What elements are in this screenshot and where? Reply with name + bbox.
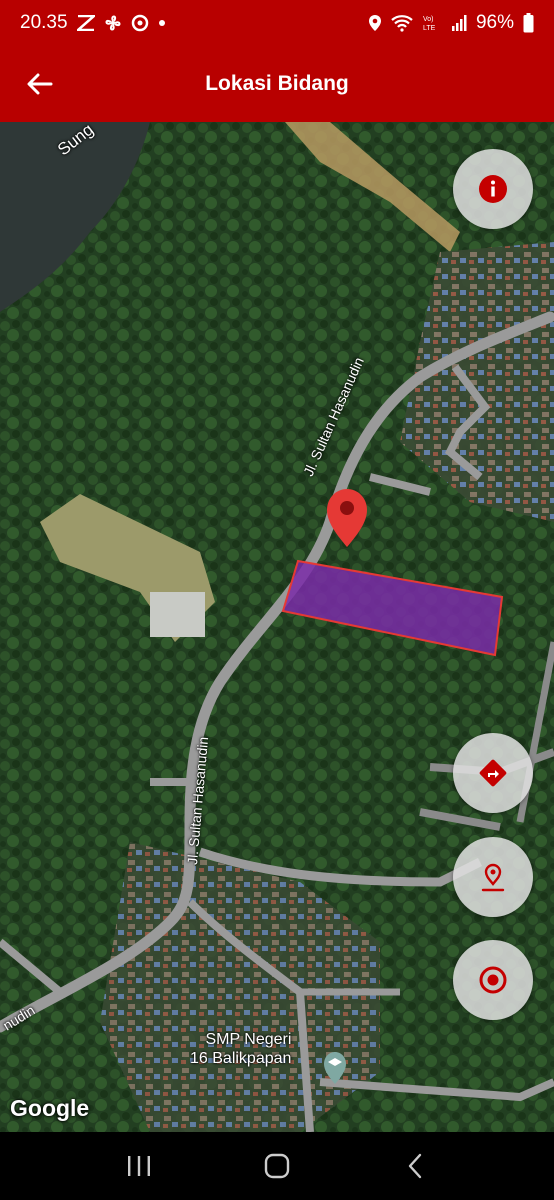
- status-right: Vo) LTE 96%: [368, 12, 534, 34]
- status-time: 20.35: [20, 12, 68, 33]
- arrow-left-icon: [27, 73, 53, 95]
- system-nav-bar: [0, 1132, 554, 1200]
- school-poi-label: SMP Negeri 16 Balikpapan: [190, 1030, 291, 1068]
- google-attribution: Google: [10, 1095, 90, 1121]
- camera-app-icon: [131, 14, 149, 32]
- directions-button[interactable]: [453, 733, 533, 813]
- status-left: 20.35: [20, 12, 166, 34]
- page-title: Lokasi Bidang: [205, 72, 349, 95]
- fan-icon: [104, 14, 122, 32]
- battery-percent: 96%: [475, 12, 514, 33]
- directions-icon: [479, 759, 507, 787]
- back-button[interactable]: [20, 64, 60, 104]
- map-view[interactable]: Sung Jl. Sultan Hasanudin Jl. Sultan Has…: [0, 122, 554, 1132]
- info-button[interactable]: [453, 149, 533, 229]
- facility-building: [150, 592, 205, 637]
- poi-label-line2: 16 Balikpapan: [190, 1050, 292, 1067]
- battery-icon: [523, 13, 534, 33]
- back-icon: [408, 1153, 422, 1179]
- svg-text:LTE: LTE: [423, 25, 436, 32]
- svg-text:Vo): Vo): [423, 16, 434, 23]
- home-button[interactable]: [247, 1136, 307, 1196]
- signal-icon: [451, 14, 467, 32]
- poi-label-line1: SMP Negeri: [205, 1031, 292, 1048]
- home-icon: [264, 1153, 290, 1179]
- app-bar: Lokasi Bidang: [0, 46, 554, 122]
- recent-apps-icon: [128, 1156, 150, 1176]
- dot-icon: [158, 19, 166, 27]
- recent-apps-button[interactable]: [109, 1136, 169, 1196]
- back-nav-button[interactable]: [385, 1136, 445, 1196]
- info-icon: [479, 175, 507, 203]
- wifi-icon: [391, 14, 413, 32]
- location-icon: [368, 14, 382, 32]
- target-icon: [479, 966, 507, 994]
- location-pin-button[interactable]: [453, 837, 533, 917]
- my-location-button[interactable]: [453, 940, 533, 1020]
- notification-app-icon: [76, 15, 95, 31]
- status-bar: 20.35 Vo) LTE 96%: [0, 0, 554, 46]
- location-pin-icon: [481, 863, 505, 892]
- volte-icon: Vo) LTE: [422, 14, 442, 32]
